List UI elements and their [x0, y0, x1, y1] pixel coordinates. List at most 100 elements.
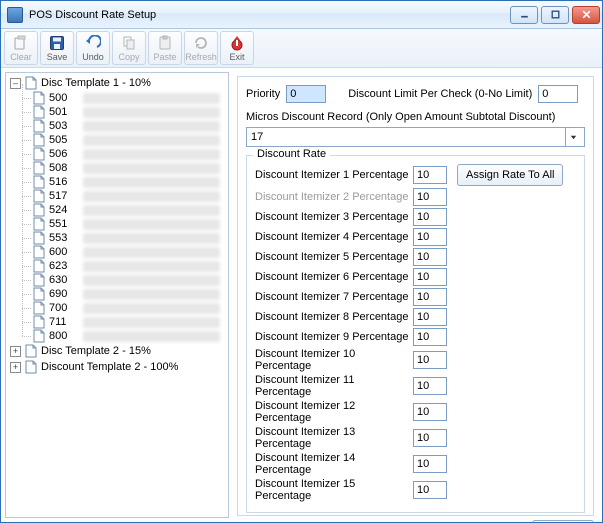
itemizer-input[interactable] [413, 351, 447, 369]
itemizer-row: Discount Itemizer 10 Percentage [255, 348, 576, 372]
group-legend: Discount Rate [253, 148, 330, 160]
itemizer-label: Discount Itemizer 14 Percentage [255, 452, 413, 476]
tree-root-label: Disc Template 1 - 10% [41, 77, 151, 89]
itemizer-input[interactable] [413, 429, 447, 447]
paste-icon [156, 34, 174, 52]
clear-icon [12, 34, 30, 52]
copy-button[interactable]: Copy [112, 31, 146, 65]
tree-leaf-label-redacted [83, 163, 220, 174]
tree-leaf-label-redacted [83, 219, 220, 230]
tree-leaf[interactable]: 506 [22, 147, 226, 161]
itemizer-input[interactable] [413, 308, 447, 326]
tree-leaf[interactable]: 600 [22, 245, 226, 259]
limit-input[interactable] [538, 85, 578, 103]
tree-leaf[interactable]: 800 [22, 329, 226, 343]
record-select[interactable]: 17 [246, 127, 585, 147]
tree-leaf-label-redacted [83, 177, 220, 188]
discount-rate-group: Discount Rate Discount Itemizer 1 Percen… [246, 155, 585, 513]
tree-leaf[interactable]: 623 [22, 259, 226, 273]
itemizer-input[interactable] [413, 403, 447, 421]
tree-leaf[interactable]: 551 [22, 217, 226, 231]
clear-button[interactable]: Clear [4, 31, 38, 65]
tree-leaf[interactable]: 516 [22, 175, 226, 189]
itemizer-input[interactable] [413, 377, 447, 395]
itemizer-label: Discount Itemizer 5 Percentage [255, 251, 413, 263]
tree-leaf-label-redacted [83, 289, 220, 300]
tree-leaf-label-redacted [83, 107, 220, 118]
itemizer-label: Discount Itemizer 2 Percentage [255, 191, 413, 203]
discount-tree[interactable]: – Disc Template 1 - 10% 5005015035055065… [5, 72, 229, 518]
refresh-button[interactable]: Refresh [184, 31, 218, 65]
window-maximize-button[interactable] [541, 6, 569, 24]
document-icon [24, 360, 38, 374]
itemizer-label: Discount Itemizer 15 Percentage [255, 478, 413, 502]
tree-leaf-number: 516 [49, 176, 79, 188]
main-toolbar: Clear Save Undo Copy Paste Refresh Exit [1, 29, 602, 68]
tree-expand-icon[interactable]: + [10, 362, 21, 373]
undo-label: Undo [82, 53, 104, 62]
tree-root[interactable]: + Disc Template 2 - 15% [8, 343, 226, 359]
itemizer-input[interactable] [413, 228, 447, 246]
tree-leaf[interactable]: 524 [22, 203, 226, 217]
window-titlebar: POS Discount Rate Setup [1, 1, 602, 29]
tree-leaf[interactable]: 630 [22, 273, 226, 287]
itemizer-row: Discount Itemizer 12 Percentage [255, 400, 576, 424]
window-minimize-button[interactable] [510, 6, 538, 24]
itemizer-row: Discount Itemizer 14 Percentage [255, 452, 576, 476]
paste-button[interactable]: Paste [148, 31, 182, 65]
window-close-button[interactable] [572, 6, 600, 24]
tree-leaf[interactable]: 553 [22, 231, 226, 245]
itemizer-label: Discount Itemizer 13 Percentage [255, 426, 413, 450]
itemizer-row: Discount Itemizer 5 Percentage [255, 248, 576, 266]
tree-leaf[interactable]: 501 [22, 105, 226, 119]
save-icon [48, 34, 66, 52]
itemizer-row: Discount Itemizer 7 Percentage [255, 288, 576, 306]
copy-label: Copy [118, 53, 139, 62]
discount-panel: Priority Discount Limit Per Check (0-No … [237, 76, 594, 516]
tree-leaf[interactable]: 517 [22, 189, 226, 203]
itemizer-label: Discount Itemizer 4 Percentage [255, 231, 413, 243]
document-icon [32, 203, 46, 217]
itemizer-input[interactable] [413, 188, 447, 206]
clear-label: Clear [10, 53, 32, 62]
document-icon [32, 231, 46, 245]
itemizer-input[interactable] [413, 208, 447, 226]
itemizer-label: Discount Itemizer 7 Percentage [255, 291, 413, 303]
itemizer-label: Discount Itemizer 9 Percentage [255, 331, 413, 343]
tree-leaf[interactable]: 503 [22, 119, 226, 133]
undo-icon [84, 34, 102, 52]
save-button[interactable]: Save [40, 31, 74, 65]
document-icon [24, 76, 38, 90]
itemizer-row: Discount Itemizer 8 Percentage [255, 308, 576, 326]
tree-root[interactable]: – Disc Template 1 - 10% [8, 75, 226, 91]
undo-button[interactable]: Undo [76, 31, 110, 65]
tree-leaf[interactable]: 700 [22, 301, 226, 315]
itemizer-input[interactable] [413, 328, 447, 346]
itemizer-input[interactable] [413, 248, 447, 266]
tree-leaf-number: 623 [49, 260, 79, 272]
tree-expand-icon[interactable]: + [10, 346, 21, 357]
document-icon [32, 315, 46, 329]
itemizer-input[interactable] [413, 268, 447, 286]
tree-leaf[interactable]: 500 [22, 91, 226, 105]
exit-button[interactable]: Exit [220, 31, 254, 65]
tree-leaf[interactable]: 690 [22, 287, 226, 301]
refresh-label: Refresh [185, 53, 217, 62]
itemizer-input[interactable] [413, 166, 447, 184]
assign-rate-button[interactable]: Assign Rate To All [457, 164, 563, 186]
tree-leaf-number: 690 [49, 288, 79, 300]
limit-label: Discount Limit Per Check (0-No Limit) [348, 88, 532, 100]
itemizer-input[interactable] [413, 288, 447, 306]
tree-root-label: Discount Template 2 - 100% [41, 361, 178, 373]
priority-input[interactable] [286, 85, 326, 103]
itemizer-input[interactable] [413, 455, 447, 473]
tree-leaf[interactable]: 505 [22, 133, 226, 147]
tree-root[interactable]: + Discount Template 2 - 100% [8, 359, 226, 375]
document-icon [32, 217, 46, 231]
tree-leaf[interactable]: 711 [22, 315, 226, 329]
itemizer-input[interactable] [413, 481, 447, 499]
tree-collapse-icon[interactable]: – [10, 78, 21, 89]
tree-leaf[interactable]: 508 [22, 161, 226, 175]
tree-leaf-number: 524 [49, 204, 79, 216]
apply-button[interactable]: Apply [532, 520, 594, 522]
